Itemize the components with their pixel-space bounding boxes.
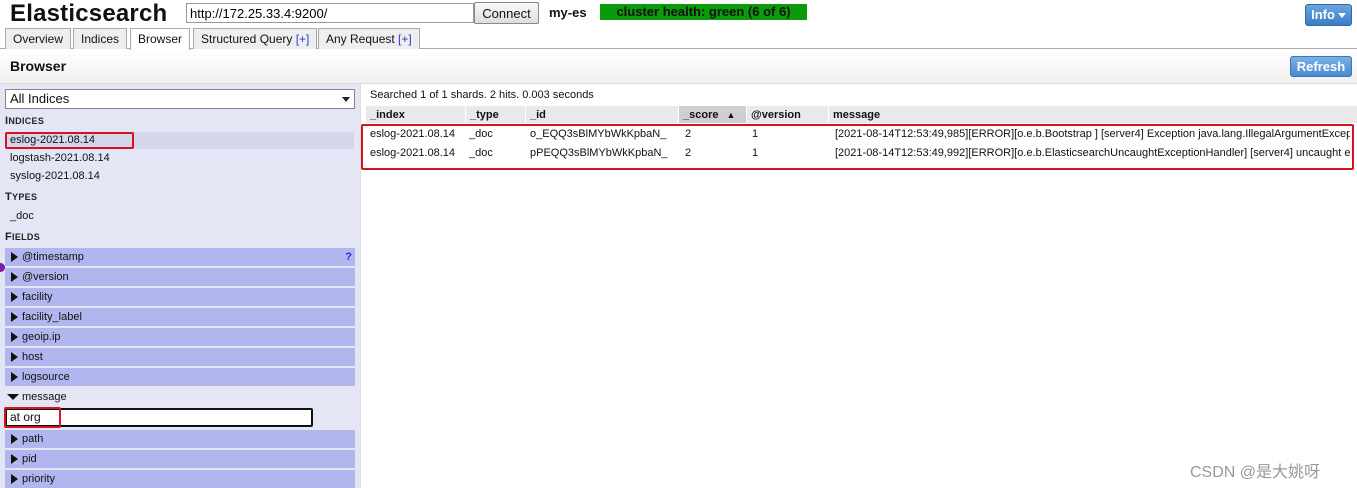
column-header[interactable]: _id xyxy=(526,106,679,123)
field-row[interactable]: @version xyxy=(5,268,355,286)
chevron-down-icon xyxy=(342,97,350,102)
cluster-name: my-es xyxy=(549,5,587,20)
field-label: facility_label xyxy=(22,311,82,323)
tab-structured-query[interactable]: Structured Query [+] xyxy=(193,28,318,49)
search-summary: Searched 1 of 1 shards. 2 hits. 0.003 se… xyxy=(370,89,594,101)
highlight-box xyxy=(5,132,134,149)
browser-header: Browser Refresh xyxy=(0,50,1357,84)
filter-sidebar: All Indices INDICES eslog-2021.08.14 log… xyxy=(0,84,360,488)
column-header[interactable]: @version xyxy=(747,106,829,123)
field-row[interactable]: facility_label xyxy=(5,308,355,326)
heading-rest: NDICES xyxy=(8,116,45,126)
info-label: Info xyxy=(1311,7,1335,22)
top-bar: Elasticsearch Connect my-es cluster heal… xyxy=(0,0,1357,28)
field-label: @version xyxy=(22,271,69,283)
types-heading: TYPES xyxy=(5,191,37,203)
field-row[interactable]: path xyxy=(5,430,355,448)
expand-triangle-icon xyxy=(11,252,18,262)
heading-initial: F xyxy=(5,231,13,243)
tab-plus: [+] xyxy=(398,32,412,46)
heading-initial: T xyxy=(5,191,13,203)
field-label: @timestamp xyxy=(22,251,84,263)
results-table-header: _index _type _id _score ▲ @version messag… xyxy=(366,106,1357,123)
highlight-box xyxy=(361,124,1354,170)
type-item[interactable]: _doc xyxy=(10,210,34,222)
heading-rest: YPES xyxy=(12,192,38,202)
expand-triangle-icon xyxy=(11,332,18,342)
info-dropdown-button[interactable]: Info xyxy=(1305,4,1352,26)
field-row[interactable]: host xyxy=(5,348,355,366)
tab-indices[interactable]: Indices xyxy=(73,28,128,49)
field-row[interactable]: geoip.ip xyxy=(5,328,355,346)
expand-triangle-icon xyxy=(11,292,18,302)
index-item[interactable]: logstash-2021.08.14 xyxy=(6,150,354,167)
field-row[interactable]: facility xyxy=(5,288,355,306)
tab-label: Structured Query xyxy=(201,32,296,46)
field-label: path xyxy=(22,433,44,445)
tab-label: Any Request xyxy=(326,32,399,46)
field-label: message xyxy=(22,391,67,403)
sort-asc-icon: ▲ xyxy=(726,110,736,120)
field-label: facility xyxy=(22,291,53,303)
heading-rest: IELDS xyxy=(12,232,41,242)
expand-triangle-icon xyxy=(11,312,18,322)
column-header[interactable]: _type xyxy=(466,106,526,123)
field-label: priority xyxy=(22,473,56,485)
field-label: pid xyxy=(22,453,37,465)
index-select[interactable]: All Indices xyxy=(5,89,355,109)
cluster-url-input[interactable] xyxy=(186,3,474,23)
field-row[interactable]: priority xyxy=(5,470,355,488)
field-label: logsource xyxy=(22,371,70,383)
collapse-triangle-icon xyxy=(7,394,19,400)
tab-plus: [+] xyxy=(295,32,310,46)
connect-button[interactable]: Connect xyxy=(474,2,539,24)
help-icon[interactable]: ? xyxy=(345,248,352,266)
field-label: geoip.ip xyxy=(22,331,61,343)
caret-down-icon xyxy=(1337,13,1346,19)
highlight-box xyxy=(4,407,61,428)
field-label: host xyxy=(22,351,43,363)
expand-triangle-icon xyxy=(11,352,18,362)
tab-overview[interactable]: Overview xyxy=(5,28,72,49)
field-row[interactable]: @timestamp? xyxy=(5,248,355,266)
expand-triangle-icon xyxy=(11,272,18,282)
index-select-value: All Indices xyxy=(10,91,70,106)
field-row-expanded[interactable]: message xyxy=(5,388,355,406)
fields-heading: FIELDS xyxy=(5,231,40,243)
cluster-health-badge: cluster health: green (6 of 6) xyxy=(600,4,807,20)
results-panel: Searched 1 of 1 shards. 2 hits. 0.003 se… xyxy=(360,84,1357,488)
tab-label: Browser xyxy=(138,32,183,46)
tab-any-request[interactable]: Any Request [+] xyxy=(318,28,420,49)
expand-triangle-icon xyxy=(11,474,18,484)
page-title: Browser xyxy=(10,58,67,74)
index-item[interactable]: syslog-2021.08.14 xyxy=(6,168,354,185)
tab-label: Indices xyxy=(81,32,120,46)
main-tabs: Overview Indices Browser Structured Quer… xyxy=(0,27,1357,50)
field-row[interactable]: pid xyxy=(5,450,355,468)
expand-triangle-icon xyxy=(11,434,18,444)
tab-browser[interactable]: Browser xyxy=(130,28,191,50)
tab-label: Overview xyxy=(13,32,64,46)
column-label: _score xyxy=(683,109,719,121)
watermark: CSDN @是大姚呀 xyxy=(1190,464,1321,481)
app-title: Elasticsearch xyxy=(10,0,168,27)
column-header[interactable]: _index xyxy=(366,106,466,123)
field-row[interactable]: logsource xyxy=(5,368,355,386)
refresh-button[interactable]: Refresh xyxy=(1290,56,1352,77)
indices-heading: INDICES xyxy=(5,115,44,127)
column-header[interactable]: message xyxy=(829,106,1357,123)
expand-triangle-icon xyxy=(11,454,18,464)
expand-triangle-icon xyxy=(11,372,18,382)
column-header-sorted[interactable]: _score ▲ xyxy=(679,106,747,123)
